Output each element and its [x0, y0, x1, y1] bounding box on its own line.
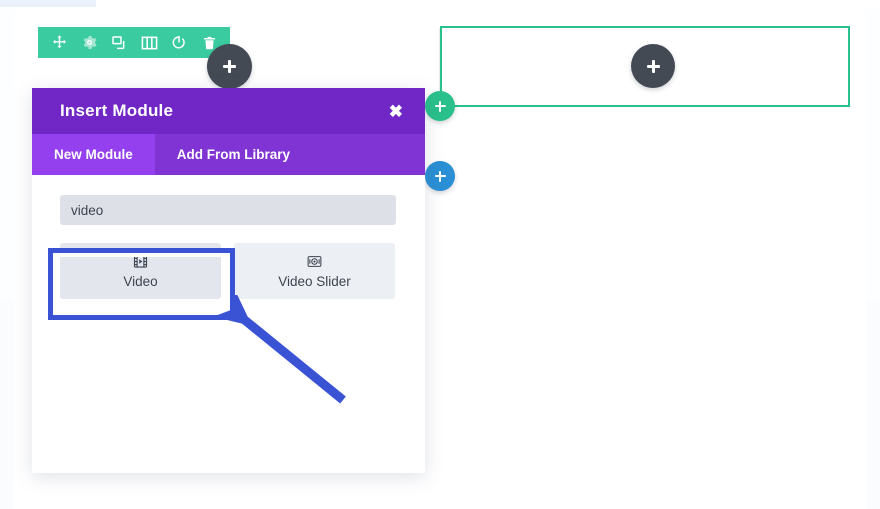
module-card-label: Video	[123, 273, 158, 289]
close-icon[interactable]: ✖	[389, 103, 403, 120]
module-card-label: Video Slider	[278, 273, 351, 289]
video-film-icon	[133, 254, 148, 269]
plus-icon	[646, 59, 660, 73]
module-toolbar[interactable]	[38, 27, 230, 58]
module-search-input[interactable]	[60, 195, 396, 225]
top-left-chip	[0, 0, 96, 7]
add-section-button[interactable]	[425, 161, 455, 191]
insert-module-modal: Insert Module ✖ New Module Add From Libr…	[32, 88, 425, 473]
tab-new-module[interactable]: New Module	[32, 134, 155, 175]
screenshot-stage: Insert Module ✖ New Module Add From Libr…	[0, 0, 880, 509]
move-icon[interactable]	[50, 34, 68, 52]
columns-icon[interactable]	[140, 34, 158, 52]
modal-tab-bar: New Module Add From Library	[32, 134, 425, 175]
add-module-button-right[interactable]	[631, 44, 675, 88]
gear-icon[interactable]	[80, 34, 98, 52]
plus-icon	[434, 100, 447, 113]
top-strip	[0, 0, 880, 9]
add-row-button[interactable]	[425, 91, 455, 121]
add-module-button-left[interactable]	[207, 44, 252, 89]
modal-title: Insert Module	[60, 101, 174, 120]
module-card-video[interactable]: Video	[60, 243, 221, 299]
power-icon[interactable]	[170, 34, 188, 52]
plus-icon	[223, 60, 236, 73]
modal-header: Insert Module ✖	[32, 88, 425, 134]
module-list: Video Video Slider	[60, 243, 397, 299]
module-card-video-slider[interactable]: Video Slider	[234, 243, 395, 299]
tab-add-from-library[interactable]: Add From Library	[155, 134, 312, 175]
video-slider-icon	[307, 254, 322, 269]
plus-icon	[434, 170, 447, 183]
duplicate-icon[interactable]	[110, 34, 128, 52]
modal-body: Video Video Slider	[32, 175, 425, 473]
